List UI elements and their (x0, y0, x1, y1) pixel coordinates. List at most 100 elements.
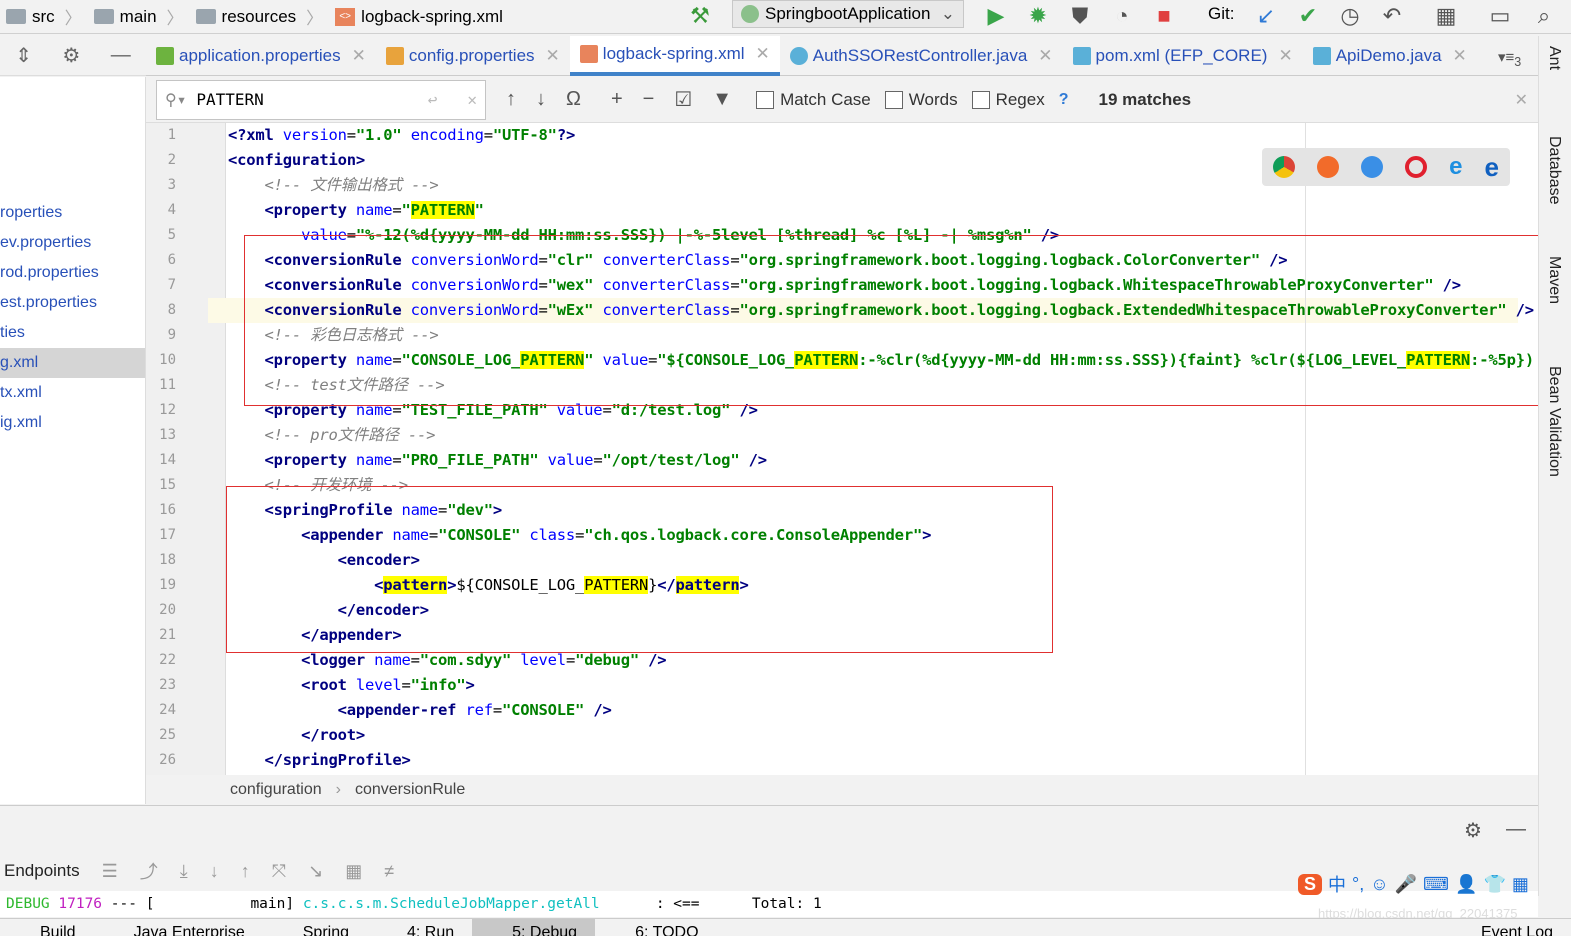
tool-tab-event-log[interactable]: Event Log (1441, 919, 1571, 936)
run-icon[interactable]: ▶ (982, 3, 1010, 29)
tab-application-properties[interactable]: application.properties ✕ (146, 36, 376, 76)
endpoints-tab[interactable]: Endpoints (4, 861, 80, 881)
tab-apidemo-java[interactable]: ApiDemo.java ✕ (1303, 36, 1477, 76)
project-tree-item[interactable]: ig.xml (0, 408, 145, 438)
close-tab-icon[interactable]: ✕ (1453, 46, 1467, 66)
project-tree-item[interactable]: rod.properties (0, 258, 145, 288)
collapse-all-icon[interactable]: ⇕ (15, 43, 32, 68)
step-out-icon[interactable]: ↑ (241, 861, 250, 882)
add-occurrence-icon[interactable]: + (611, 88, 623, 111)
tool-tab-build[interactable]: Build (0, 919, 94, 936)
regex-checkbox[interactable]: Regex (971, 90, 1045, 110)
close-find-icon[interactable]: ✕ (1515, 90, 1528, 110)
toggle-occurrence-icon[interactable]: ☑ (674, 87, 692, 112)
project-tree-item[interactable]: tx.xml (0, 378, 145, 408)
show-execution-point-icon[interactable]: ⤴ (140, 858, 158, 884)
tab-config-properties[interactable]: config.properties ✕ (376, 36, 570, 76)
remove-occurrence-icon[interactable]: − (643, 88, 655, 111)
step-into-icon[interactable]: ↓ (210, 861, 219, 882)
profile-icon[interactable]: ◔ (1108, 3, 1136, 29)
git-update-icon[interactable]: ↙ (1252, 3, 1280, 29)
tool-tab-6-todo[interactable]: 6: TODO (595, 919, 716, 936)
project-tree-item[interactable]: est.properties (0, 288, 145, 318)
tool-tab-4-run[interactable]: 4: Run (367, 919, 472, 936)
code-token: "org.springframework.boot.logging.logbac… (739, 251, 1260, 269)
breadcrumb-item[interactable]: main 〉 (88, 4, 190, 29)
breadcrumb-configuration[interactable]: configuration (230, 781, 322, 799)
search-everywhere-icon[interactable]: ⌕ (1530, 3, 1558, 29)
user-icon[interactable]: 👤 (1455, 874, 1477, 895)
build-hammer-icon[interactable]: ⚒ (686, 3, 714, 29)
words-checkbox[interactable]: Words (884, 90, 958, 110)
next-occurrence-icon[interactable]: ↓ (536, 88, 546, 111)
code-token: </springProfile> (264, 751, 411, 769)
punctuation-icon[interactable]: °, (1352, 874, 1364, 895)
git-commit-icon[interactable]: ✔ (1294, 3, 1322, 29)
chrome-icon[interactable] (1273, 156, 1295, 178)
tab-pom-xml-efp-core-[interactable]: pom.xml (EFP_CORE) ✕ (1063, 36, 1303, 76)
bean-validation-tool-button[interactable]: Bean Validation (1545, 366, 1563, 477)
select-all-occurrences-icon[interactable]: Ω (566, 88, 581, 111)
tab-logback-spring-xml[interactable]: logback-spring.xml ✕ (569, 35, 780, 76)
safari-icon[interactable] (1361, 156, 1384, 178)
clear-icon[interactable]: ✕ (467, 90, 477, 109)
code-editor[interactable]: 1 2 3 4 5 6 7 8 9 10 11 12 13 14 15 16 17 18 19 20 21 22 23 24 2… (146, 123, 1538, 775)
project-tree-item[interactable]: roperties (0, 198, 145, 228)
breadcrumb-item[interactable]: resources 〉 (190, 4, 330, 29)
gear-icon[interactable]: ⚙ (1464, 818, 1482, 843)
hide-icon[interactable]: — (111, 44, 131, 67)
list-icon[interactable]: ☰ (102, 861, 118, 882)
ime-mode[interactable]: 中 (1328, 871, 1346, 897)
breadcrumb-item[interactable]: <> logback-spring.xml (329, 4, 509, 29)
filter-icon[interactable]: ▼ (712, 88, 732, 111)
run-to-cursor-icon[interactable]: ↘ (308, 861, 323, 882)
internet-explorer-icon[interactable]: e (1449, 153, 1462, 181)
debug-icon[interactable]: ✹ (1024, 3, 1052, 29)
project-tree-item[interactable]: ev.properties (0, 228, 145, 258)
edge-icon[interactable]: e (1484, 152, 1498, 183)
chevron-down-icon: ⌄ (940, 4, 955, 23)
evaluate-expression-icon[interactable]: ▦ (345, 861, 362, 882)
tool-tab-spring[interactable]: Spring (263, 919, 367, 936)
drop-frame-icon[interactable]: ⤧ (272, 861, 286, 882)
trace-icon[interactable]: ≠ (384, 861, 394, 882)
tool-tab-5-debug[interactable]: 5: Debug (472, 919, 596, 936)
minimize-icon[interactable]: — (1506, 818, 1526, 841)
coverage-icon[interactable]: ⛊ (1066, 3, 1094, 29)
search-input[interactable]: ⚲▾ PATTERN ↩ ✕ (156, 79, 486, 120)
tab-authssorestcontroller-java[interactable]: AuthSSORestController.java ✕ (780, 36, 1063, 76)
emoji-icon[interactable]: ☺ (1370, 874, 1388, 895)
close-tab-icon[interactable]: ✕ (1278, 46, 1292, 66)
terminal-icon[interactable]: ▭ (1486, 3, 1514, 29)
tab-overflow-button[interactable]: ▾≡3 (1498, 48, 1521, 69)
maven-tool-button[interactable]: Maven (1545, 256, 1563, 304)
close-tab-icon[interactable]: ✕ (546, 46, 560, 66)
close-tab-icon[interactable]: ✕ (756, 44, 770, 64)
tool-tab-java-enterprise[interactable]: Java Enterprise (94, 919, 263, 936)
microphone-icon[interactable]: 🎤 (1395, 874, 1417, 895)
ant-tool-button[interactable]: Ant (1545, 46, 1563, 70)
skin-icon[interactable]: 👕 (1483, 874, 1505, 895)
breadcrumb-item[interactable]: src 〉 (0, 4, 88, 29)
firefox-icon[interactable] (1317, 156, 1340, 178)
breadcrumb-conversionrule[interactable]: conversionRule (355, 781, 465, 799)
step-over-icon[interactable]: ⤓ (180, 861, 188, 882)
project-tree-item[interactable]: g.xml (0, 348, 145, 378)
run-configuration-select[interactable]: SpringbootApplication ⌄ (732, 0, 964, 28)
opera-icon[interactable] (1405, 156, 1428, 178)
project-tree-item[interactable]: ties (0, 318, 145, 348)
close-tab-icon[interactable]: ✕ (352, 46, 366, 66)
stop-icon[interactable]: ■ (1150, 3, 1178, 29)
regex-help-link[interactable]: ? (1059, 91, 1069, 109)
gear-icon[interactable]: ⚙ (62, 43, 80, 68)
rollback-icon[interactable]: ↶ (1378, 3, 1406, 29)
history-icon[interactable]: ◷ (1336, 3, 1364, 29)
project-structure-icon[interactable]: ▦ (1432, 3, 1460, 29)
database-tool-button[interactable]: Database (1545, 136, 1563, 205)
keyboard-icon[interactable]: ⌨ (1423, 874, 1449, 895)
previous-occurrence-icon[interactable]: ↑ (506, 88, 516, 111)
match-case-checkbox[interactable]: Match Case (756, 90, 871, 110)
close-tab-icon[interactable]: ✕ (1038, 46, 1052, 66)
newline-icon[interactable]: ↩ (428, 90, 438, 109)
toolbox-icon[interactable]: ▦ (1512, 874, 1529, 895)
